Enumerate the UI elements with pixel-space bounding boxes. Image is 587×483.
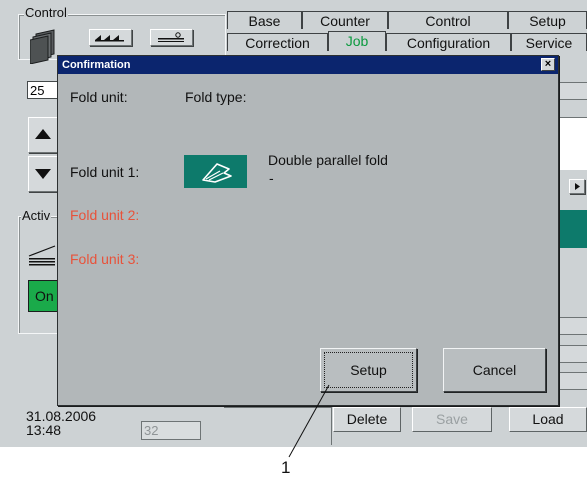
callout-leader-line [288, 384, 330, 458]
callout-label: 1 [281, 458, 291, 477]
